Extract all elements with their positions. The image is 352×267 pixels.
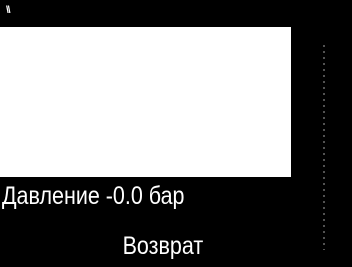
top-bar: \\: [0, 0, 352, 27]
side-strip: [291, 27, 352, 267]
top-bar-label: \\: [6, 5, 10, 16]
return-button[interactable]: Возврат: [80, 228, 245, 264]
return-button-label: Возврат: [122, 232, 203, 260]
device-screen: \\ Давление -0.0 бар Возврат: [0, 0, 352, 267]
pressure-status: Давление -0.0 бар: [2, 182, 185, 210]
side-strip-divider: [323, 45, 325, 250]
display-area: [0, 27, 291, 177]
